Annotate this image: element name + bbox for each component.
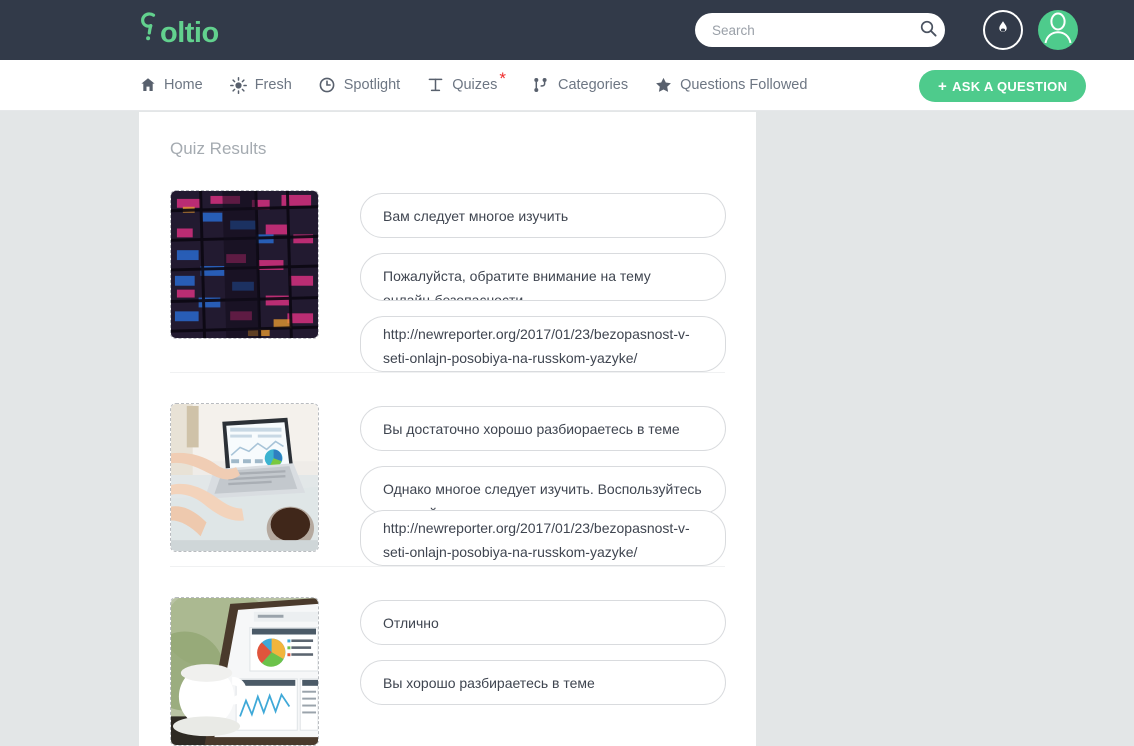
- quiz-result-group: Вам следует многое изучить Пожалуйста, о…: [139, 159, 756, 372]
- nav-label-home: Home: [164, 77, 203, 93]
- poltio-logo[interactable]: oltio: [139, 12, 219, 48]
- nav-label-questions-followed: Questions Followed: [680, 77, 808, 93]
- page-title: Quiz Results: [170, 139, 267, 158]
- result-text-field[interactable]: Вы достаточно хорошо разбиораетесь в тем…: [360, 406, 726, 451]
- notification-drop-icon: [995, 19, 1011, 41]
- sitemap-icon: [533, 77, 550, 94]
- quiz-result-group: Вы достаточно хорошо разбиораетесь в тем…: [139, 372, 756, 566]
- nav-item-quizes[interactable]: Quizes *: [427, 68, 506, 94]
- result-text-field[interactable]: Отлично: [360, 600, 726, 645]
- nav-item-home[interactable]: Home: [139, 77, 203, 94]
- nav-item-questions-followed[interactable]: Questions Followed: [655, 77, 807, 94]
- nav-label-fresh: Fresh: [254, 77, 292, 93]
- laptop-analytics-thumbnail[interactable]: [170, 403, 319, 552]
- search-input[interactable]: [712, 13, 911, 47]
- plus-icon: +: [938, 77, 948, 95]
- sun-icon: [229, 76, 247, 94]
- logo-wordmark: oltio: [160, 17, 219, 49]
- user-avatar[interactable]: [1038, 10, 1078, 50]
- notifications-button[interactable]: [983, 10, 1023, 50]
- quiz-result-fields: Вам следует многое изучить Пожалуйста, о…: [360, 190, 726, 372]
- quiz-result-group: Отлично Вы хорошо разбираетесь в теме: [139, 566, 756, 746]
- result-text-field[interactable]: Однако многое следует изучить. Воспользу…: [360, 466, 726, 514]
- home-icon: [139, 77, 156, 94]
- search-button[interactable]: [911, 13, 945, 47]
- clock-icon: [319, 77, 336, 94]
- quiz-result-fields: Отлично Вы хорошо разбираетесь в теме: [360, 597, 726, 746]
- star-icon: [655, 77, 672, 94]
- nav-label-categories: Categories: [557, 77, 629, 93]
- nav-item-categories[interactable]: Categories: [533, 77, 628, 94]
- search-bar[interactable]: [695, 13, 945, 47]
- result-text-field[interactable]: Вы хорошо разбираетесь в теме: [360, 660, 726, 705]
- user-avatar-icon: [1038, 10, 1078, 50]
- nav-item-spotlight[interactable]: Spotlight: [319, 77, 400, 94]
- ask-a-question-label: ASK A QUESTION: [952, 78, 1068, 94]
- nav-item-list: Home Fresh Spotlight Quizes * Categories…: [139, 68, 834, 94]
- search-icon: [920, 20, 937, 40]
- nav-label-spotlight: Spotlight: [343, 77, 401, 93]
- result-link-field[interactable]: http://newreporter.org/2017/01/23/bezopa…: [360, 316, 726, 372]
- text-tool-icon: [427, 77, 444, 94]
- tablet-dashboard-thumbnail[interactable]: [170, 597, 319, 746]
- quizes-new-badge: *: [499, 68, 506, 88]
- result-text-field[interactable]: Вам следует многое изучить: [360, 193, 726, 238]
- question-mark-logo-icon: [139, 12, 161, 42]
- nav-item-fresh[interactable]: Fresh: [229, 76, 292, 94]
- result-link-field[interactable]: http://newreporter.org/2017/01/23/bezopa…: [360, 510, 726, 566]
- result-text-field[interactable]: Пожалуйста, обратите внимание на тему он…: [360, 253, 726, 301]
- ask-a-question-button[interactable]: + ASK A QUESTION: [919, 70, 1087, 102]
- top-header-bar: oltio: [0, 0, 1134, 60]
- quiz-result-fields: Вы достаточно хорошо разбиораетесь в тем…: [360, 403, 726, 566]
- quiz-results-card: Quiz Results Вам следует многое изучить …: [139, 112, 756, 746]
- office-building-night-thumbnail[interactable]: [170, 190, 319, 339]
- main-navigation-bar: Home Fresh Spotlight Quizes * Categories…: [0, 60, 1134, 111]
- nav-label-quizes: Quizes: [452, 77, 498, 93]
